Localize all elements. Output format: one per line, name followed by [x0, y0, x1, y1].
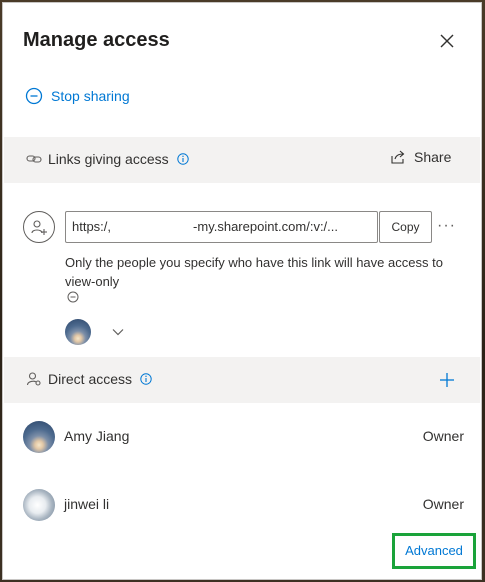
person-role[interactable]: Owner — [423, 428, 464, 444]
link-url-end: -my.sharepoint.com/:v:/... — [193, 219, 338, 234]
people-add-icon — [31, 220, 47, 235]
person-row-amy-jiang[interactable]: Amy Jiang Owner — [4, 417, 480, 457]
person-name: Amy Jiang — [64, 428, 130, 444]
remove-icon[interactable] — [67, 291, 79, 303]
stop-circle-icon — [25, 87, 43, 105]
link-member-avatar[interactable] — [65, 319, 91, 345]
share-label: Share — [414, 149, 452, 165]
person-name: jinwei li — [64, 496, 110, 512]
add-person-button[interactable] — [436, 369, 458, 391]
chevron-down-icon[interactable] — [111, 325, 125, 339]
link-description: Only the people you specify who have thi… — [65, 255, 443, 289]
info-icon[interactable] — [176, 153, 189, 165]
dialog-title: Manage access — [23, 29, 170, 51]
close-button[interactable] — [435, 29, 459, 53]
more-options-button[interactable]: ··· — [437, 217, 456, 235]
share-icon — [391, 150, 405, 164]
specific-people-icon — [23, 211, 55, 243]
manage-access-panel: Manage access Stop sharing Links giving … — [2, 2, 482, 580]
link-url-start: https:/, — [72, 219, 112, 234]
link-url-field[interactable]: https:/, -my.sharepoint.com/:v:/... — [65, 211, 378, 243]
links-section-title: Links giving access — [26, 151, 189, 167]
stop-sharing-button[interactable]: Stop sharing — [25, 85, 130, 107]
person-role[interactable]: Owner — [423, 496, 464, 512]
share-button[interactable]: Share — [390, 149, 451, 165]
plus-icon — [440, 373, 454, 387]
stop-sharing-label: Stop sharing — [51, 88, 130, 104]
direct-access-title: Direct access — [26, 371, 152, 387]
link-icon — [26, 155, 42, 163]
person-settings-icon — [26, 372, 41, 386]
info-icon[interactable] — [140, 373, 152, 385]
links-section-label: Links giving access — [48, 151, 169, 167]
person-row-jinwei-li[interactable]: jinwei li Owner — [4, 485, 480, 525]
direct-access-section-header: Direct access — [4, 357, 480, 403]
close-icon — [440, 34, 454, 48]
direct-access-label: Direct access — [48, 371, 133, 387]
avatar — [23, 421, 55, 453]
links-section-header: Links giving access Share — [4, 137, 480, 183]
advanced-link[interactable]: Advanced — [392, 533, 476, 569]
copy-button[interactable]: Copy — [379, 211, 432, 243]
avatar — [23, 489, 55, 521]
